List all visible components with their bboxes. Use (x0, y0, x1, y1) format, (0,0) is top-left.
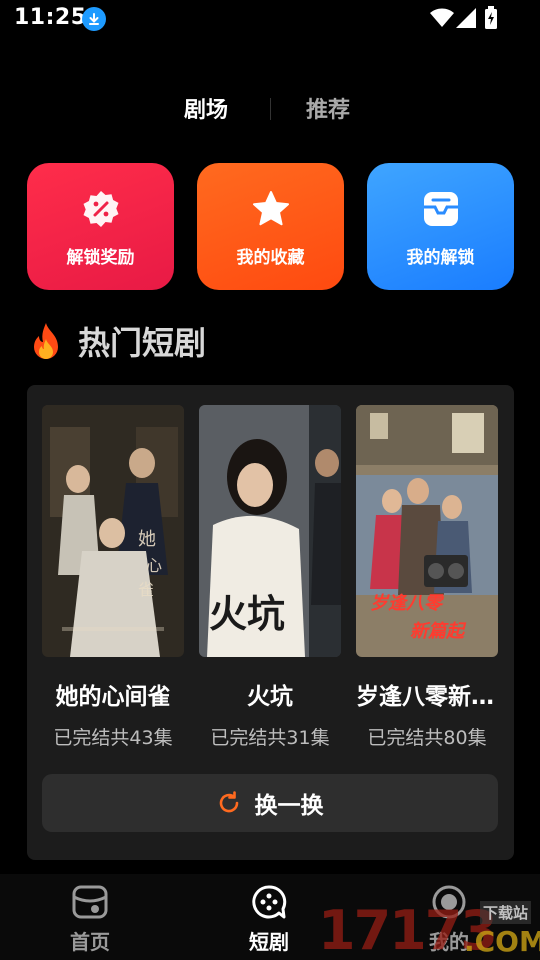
my-favorites-button[interactable]: 我的收藏 (197, 163, 344, 290)
nav-home[interactable]: 首页 (40, 882, 140, 955)
nav-home-label: 首页 (70, 930, 110, 954)
svg-text:火坑: 火坑 (209, 591, 285, 636)
nav-mine-label: 我的 (429, 930, 469, 954)
hot-dramas-panel: 她 心 雀 她的心间雀 已完结共43集 火坑 火坑 已完结共31集 岁逢八零 新… (27, 385, 514, 860)
svg-text:她: 她 (138, 529, 156, 550)
drama-card[interactable]: 火坑 火坑 已完结共31集 (199, 405, 341, 750)
nav-short-drama[interactable]: 短剧 (219, 882, 319, 955)
drama-title: 火坑 (247, 684, 293, 710)
star-icon (251, 189, 291, 229)
unlock-reward-button[interactable]: 解锁奖励 (27, 163, 174, 290)
svg-text:新篇起: 新篇起 (410, 621, 467, 642)
refresh-button[interactable]: 换一换 (42, 774, 498, 832)
fire-icon (28, 321, 64, 361)
section-title: 热门短剧 (78, 324, 207, 362)
status-time: 11:25 (14, 5, 87, 30)
battery-charging-icon (484, 6, 498, 34)
status-bar: 11:25 (0, 0, 540, 40)
discount-badge-icon (81, 189, 121, 229)
svg-text:岁逢八零: 岁逢八零 (370, 593, 445, 614)
theater-icon (70, 882, 110, 922)
drama-poster[interactable]: 她 心 雀 (42, 405, 184, 657)
unlock-reward-label: 解锁奖励 (66, 248, 135, 268)
play-circle-icon (249, 882, 289, 922)
quick-actions: 解锁奖励 我的收藏 我的解锁 (27, 163, 514, 290)
wifi-icon (430, 8, 454, 32)
download-icon (82, 7, 106, 31)
drama-title: 岁逢八零新篇起 (356, 684, 498, 710)
drama-title: 她的心间雀 (55, 684, 171, 710)
bottom-navigation: 首页 短剧 我的 (0, 874, 540, 960)
tab-divider (270, 98, 271, 120)
drama-episode-info: 已完结共31集 (210, 727, 330, 749)
svg-text:心: 心 (146, 556, 162, 575)
drama-poster[interactable]: 火坑 (199, 405, 341, 657)
inbox-icon (421, 189, 461, 229)
drama-episode-info: 已完结共43集 (53, 727, 173, 749)
drama-card[interactable]: 她 心 雀 她的心间雀 已完结共43集 (42, 405, 184, 750)
drama-episode-info: 已完结共80集 (367, 727, 487, 749)
my-favorites-label: 我的收藏 (236, 248, 305, 268)
refresh-icon (217, 791, 241, 815)
profile-icon (429, 882, 469, 922)
nav-short-drama-label: 短剧 (249, 930, 289, 954)
hot-dramas-header: 热门短剧 (28, 318, 206, 364)
refresh-label: 换一换 (254, 793, 324, 819)
signal-icon (456, 8, 476, 32)
nav-mine[interactable]: 我的 (399, 882, 499, 955)
drama-poster[interactable]: 岁逢八零 新篇起 (356, 405, 498, 657)
drama-card[interactable]: 岁逢八零 新篇起 岁逢八零新篇起 已完结共80集 (356, 405, 498, 750)
my-unlocks-button[interactable]: 我的解锁 (367, 163, 514, 290)
tab-recommend[interactable]: 推荐 (306, 92, 350, 124)
svg-text:雀: 雀 (138, 580, 154, 599)
tab-theater[interactable]: 剧场 (184, 92, 228, 124)
my-unlocks-label: 我的解锁 (406, 248, 475, 268)
top-tabs: 剧场 推荐 (0, 92, 540, 132)
